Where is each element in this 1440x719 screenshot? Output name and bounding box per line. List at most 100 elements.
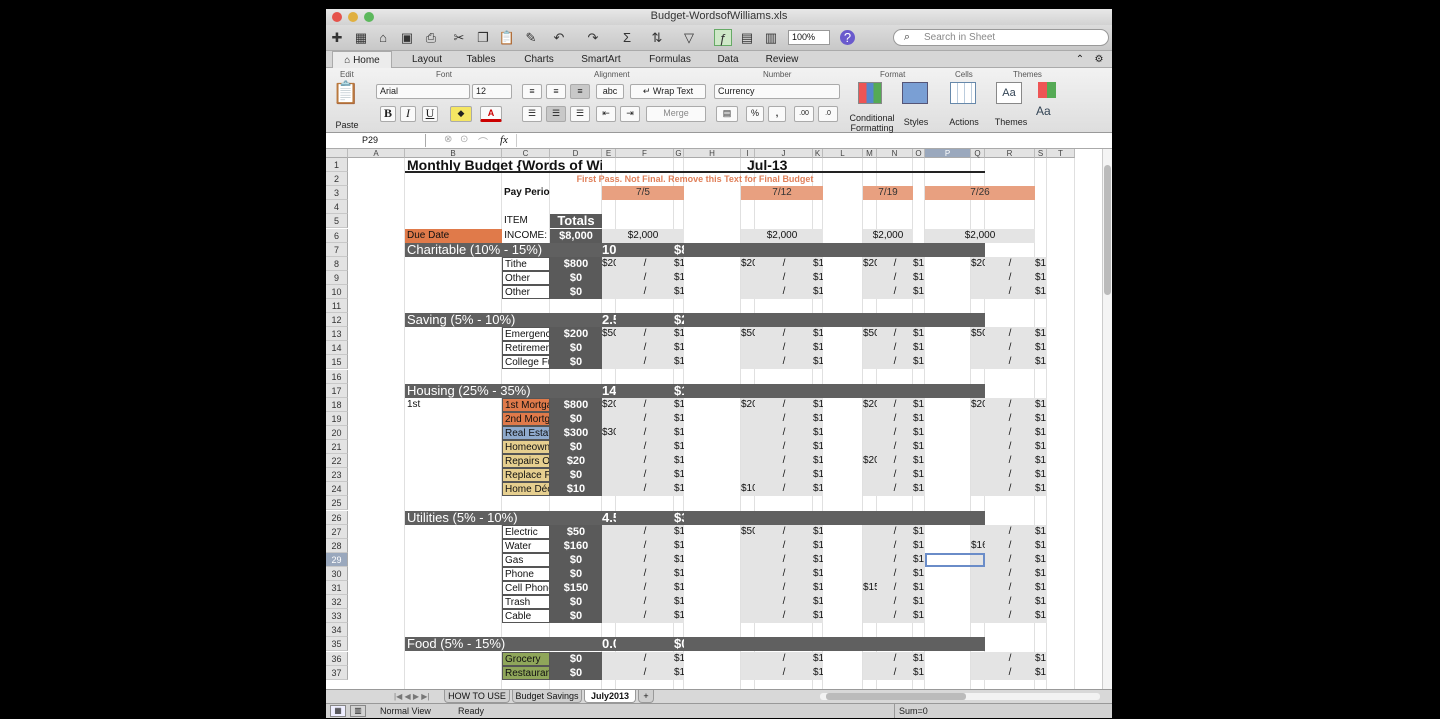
comma-button[interactable]: , [768, 106, 786, 122]
name-box[interactable]: P29 [330, 134, 426, 147]
tab-data[interactable]: Data [706, 51, 750, 68]
copy-icon[interactable]: ❐ [474, 29, 492, 46]
bold-button[interactable]: B [380, 106, 396, 122]
row-header-19[interactable]: 19 [326, 411, 348, 426]
tab-charts[interactable]: Charts [514, 51, 564, 68]
function-wizard-icon[interactable]: ⌒ [478, 134, 488, 149]
row-header-10[interactable]: 10 [326, 284, 348, 299]
collapse-ribbon-icon[interactable]: ⌃ [1072, 51, 1088, 68]
row-header-23[interactable]: 23 [326, 468, 348, 483]
row-header-13[interactable]: 13 [326, 327, 348, 342]
format-painter-icon[interactable]: ✎ [522, 29, 540, 46]
row-header-6[interactable]: 6 [326, 228, 348, 243]
close-icon[interactable] [332, 12, 342, 22]
fill-color-icon[interactable]: ◆ [450, 106, 472, 122]
save-icon[interactable]: ▣ [398, 29, 416, 46]
tab-layout[interactable]: Layout [402, 51, 452, 68]
increase-decimal-icon[interactable]: .00 [794, 106, 814, 122]
spreadsheet-grid[interactable]: A B C D E F G H I J K L M N O P Q R S T 1 2 3 4 5 6 7 8 9 10 11 12 13 14 1… [326, 149, 1102, 697]
search-input[interactable]: Search in Sheet [893, 29, 1109, 46]
styles-icon[interactable] [902, 82, 928, 104]
column-header-j[interactable]: J [755, 149, 813, 158]
tab-tables[interactable]: Tables [456, 51, 506, 68]
row-header-20[interactable]: 20 [326, 425, 348, 440]
tab-formulas[interactable]: Formulas [642, 51, 698, 68]
column-header-k[interactable]: K [813, 149, 823, 158]
align-center-icon[interactable]: ☰ [546, 106, 566, 122]
tab-review[interactable]: Review [758, 51, 806, 68]
column-header-n[interactable]: N [877, 149, 913, 158]
row-header-25[interactable]: 25 [326, 496, 348, 511]
column-header-o[interactable]: O [913, 149, 925, 158]
accounting-format-icon[interactable]: ▤ [716, 106, 738, 122]
number-format-select[interactable]: Currency [714, 84, 840, 99]
cancel-icon[interactable]: ⊗ [444, 134, 452, 145]
toolbox-icon[interactable]: ▤ [738, 29, 756, 46]
selected-cell-p29[interactable] [925, 552, 985, 567]
sum-readout[interactable]: Sum=0 [894, 704, 1000, 718]
tab-home[interactable]: ⌂ Home [332, 51, 392, 68]
column-header-r[interactable]: R [985, 149, 1035, 158]
autosum-icon[interactable]: Σ [618, 29, 636, 46]
decrease-indent-icon[interactable]: ⇤ [596, 106, 616, 122]
column-header-a[interactable]: A [348, 149, 405, 158]
row-header-31[interactable]: 31 [326, 581, 348, 596]
open-icon[interactable]: ⌂ [374, 29, 392, 46]
row-header-12[interactable]: 12 [326, 313, 348, 328]
theme-colors-icon[interactable] [1038, 82, 1056, 98]
filter-icon[interactable]: ▽ [680, 29, 698, 46]
redo-icon[interactable]: ↷ [584, 29, 602, 46]
ribbon-settings-icon[interactable]: ⚙ [1090, 51, 1108, 68]
row-header-18[interactable]: 18 [326, 397, 348, 412]
select-all-corner[interactable] [326, 149, 348, 158]
column-header-t[interactable]: T [1047, 149, 1075, 158]
row-header-15[interactable]: 15 [326, 355, 348, 370]
scroll-thumb[interactable] [1104, 165, 1111, 295]
new-icon[interactable]: ✚ [328, 29, 346, 46]
align-top-icon[interactable]: ≡ [522, 84, 542, 99]
undo-icon[interactable]: ↶ [550, 29, 568, 46]
print-icon[interactable]: ⎙ [422, 29, 440, 46]
row-header-3[interactable]: 3 [326, 186, 348, 201]
horizontal-scroll-thumb[interactable] [826, 693, 966, 700]
column-header-l[interactable]: L [823, 149, 863, 158]
minimize-icon[interactable] [348, 12, 358, 22]
horizontal-scrollbar[interactable] [820, 693, 1100, 700]
row-header-22[interactable]: 22 [326, 454, 348, 469]
column-header-d[interactable]: D [550, 149, 602, 158]
row-header-33[interactable]: 33 [326, 609, 348, 624]
sheet-tab-how-to-use[interactable]: HOW TO USE [444, 690, 510, 703]
row-header-8[interactable]: 8 [326, 256, 348, 271]
column-header-p[interactable]: P [925, 149, 971, 158]
italic-button[interactable]: I [400, 106, 416, 122]
row-header-1[interactable]: 1 [326, 158, 348, 173]
align-right-icon[interactable]: ☰ [570, 106, 590, 122]
row-header-11[interactable]: 11 [326, 299, 348, 314]
tab-smartart[interactable]: SmartArt [572, 51, 630, 68]
add-sheet-button[interactable]: + [638, 690, 654, 703]
row-header-26[interactable]: 26 [326, 510, 348, 525]
decrease-decimal-icon[interactable]: .0 [818, 106, 838, 122]
sheet-tab-budget-savings[interactable]: Budget Savings [512, 690, 582, 703]
text-orientation-button[interactable]: abc [596, 84, 624, 99]
gallery-icon[interactable]: ▦ [352, 29, 370, 46]
row-header-29[interactable]: 29 [326, 552, 348, 567]
align-bottom-icon[interactable]: ≡ [570, 84, 590, 99]
merge-button[interactable]: Merge [646, 106, 706, 122]
column-header-i[interactable]: I [741, 149, 755, 158]
theme-fonts-icon[interactable]: Aa [1036, 104, 1051, 118]
paste-clipboard-icon[interactable]: 📋 [332, 80, 359, 110]
sheet-nav-arrows-icon[interactable]: |◀ ◀ ▶ ▶| [394, 690, 429, 703]
cut-icon[interactable]: ✂ [450, 29, 468, 46]
page-layout-view-icon[interactable]: ▥ [350, 705, 366, 717]
column-header-s[interactable]: S [1035, 149, 1047, 158]
row-header-24[interactable]: 24 [326, 482, 348, 497]
normal-view-icon[interactable]: ▦ [330, 705, 346, 717]
row-header-4[interactable]: 4 [326, 200, 348, 215]
row-header-36[interactable]: 36 [326, 651, 348, 666]
row-header-28[interactable]: 28 [326, 538, 348, 553]
sheet-tab-july2013[interactable]: July2013 [584, 690, 636, 703]
column-header-h[interactable]: H [684, 149, 741, 158]
column-header-g[interactable]: G [674, 149, 684, 158]
row-header-21[interactable]: 21 [326, 440, 348, 455]
